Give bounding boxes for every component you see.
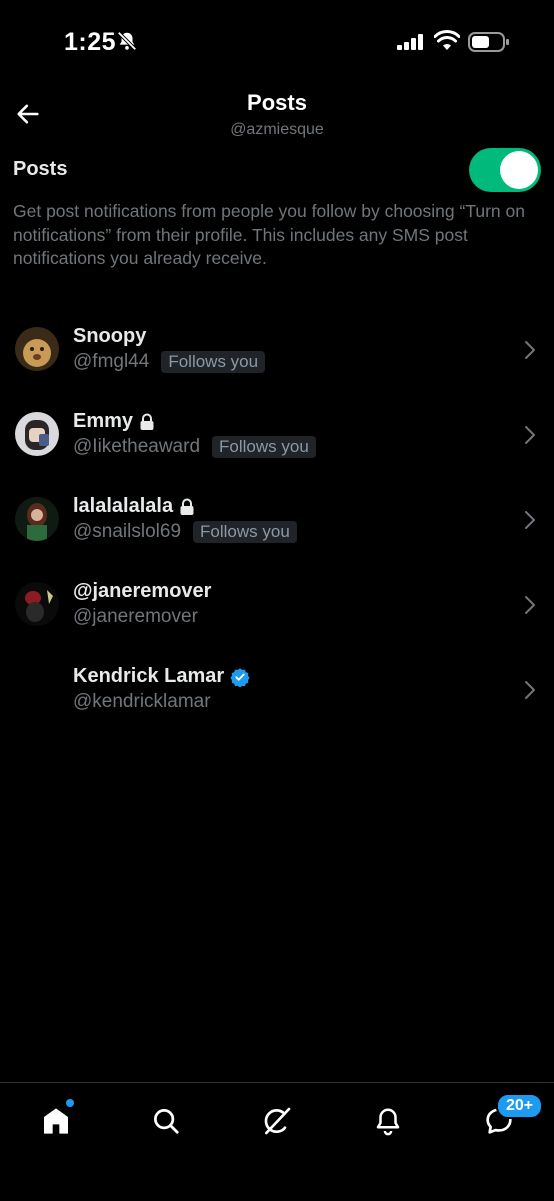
tab-home[interactable]: [36, 1099, 76, 1141]
tab-grok[interactable]: [257, 1101, 297, 1141]
page-subtitle: @azmiesque: [230, 121, 324, 138]
list-item-user[interactable]: Emmy @Iiketheaward Follows you: [0, 393, 554, 478]
user-name: @janeremover: [73, 580, 212, 602]
list-item-user[interactable]: @janeremover @janeremover: [0, 563, 554, 648]
follows-you-badge: Follows you: [161, 351, 266, 373]
battery-icon: [468, 31, 510, 58]
grok-icon: [264, 1107, 291, 1135]
avatar: [15, 582, 59, 626]
list-item-user[interactable]: lalalalalala @snailslol69 Follows you: [0, 478, 554, 563]
bottom-tab-bar: [0, 1082, 554, 1201]
user-handle: @Iiketheaward: [73, 436, 201, 457]
user-handle: @snailslol69: [73, 521, 182, 542]
list-item-user[interactable]: Kendrick Lamar @kendricklamar: [0, 648, 554, 733]
user-name: Emmy: [73, 410, 155, 433]
tab-search[interactable]: [146, 1101, 186, 1141]
status-time: 1:25: [64, 28, 117, 56]
search-icon: [154, 1109, 179, 1134]
user-name: Kendrick Lamar: [73, 665, 250, 688]
notifications-icon: [376, 1108, 400, 1136]
silent-mode-icon: [116, 30, 138, 57]
chevron-right-icon: [525, 511, 535, 529]
lock-icon: [180, 498, 194, 515]
lock-icon: [140, 413, 154, 430]
user-list: Snoopy @fmgl44 Follows you Emmy @Iikethe…: [0, 308, 554, 733]
user-handle: @fmgl44: [73, 351, 150, 372]
follows-you-badge: Follows you: [193, 521, 297, 543]
chevron-right-icon: [525, 596, 535, 614]
chevron-right-icon: [525, 341, 535, 359]
chevron-right-icon: [525, 681, 535, 699]
messages-count-badge: 20+: [496, 1093, 544, 1119]
user-name: lalalalalala: [73, 495, 195, 518]
cellular-signal-icon: [397, 34, 425, 55]
avatar: [15, 497, 59, 541]
setting-description: Get post notifications from people you f…: [13, 201, 525, 268]
tab-notifications[interactable]: [368, 1101, 408, 1141]
status-bar: 1:25: [0, 0, 554, 84]
toggle-knob: [500, 151, 538, 189]
home-unread-dot: [66, 1099, 74, 1107]
page-title: Posts: [247, 90, 307, 115]
user-name: Snoopy: [73, 325, 147, 347]
user-handle: @kendricklamar: [73, 691, 211, 712]
verified-badge-icon: [230, 667, 250, 687]
avatar: [15, 667, 59, 711]
posts-setting-row: Posts: [13, 148, 541, 192]
user-handle: @janeremover: [73, 606, 198, 627]
follows-you-badge: Follows you: [212, 436, 316, 458]
chevron-right-icon: [525, 426, 535, 444]
avatar: [15, 327, 59, 371]
header: Posts @azmiesque: [0, 84, 554, 144]
wifi-icon: [433, 30, 461, 57]
posts-toggle[interactable]: [469, 148, 541, 192]
home-icon: [44, 1108, 68, 1134]
list-item-user[interactable]: Snoopy @fmgl44 Follows you: [0, 308, 554, 393]
avatar: [15, 412, 59, 456]
setting-label: Posts: [13, 158, 68, 180]
